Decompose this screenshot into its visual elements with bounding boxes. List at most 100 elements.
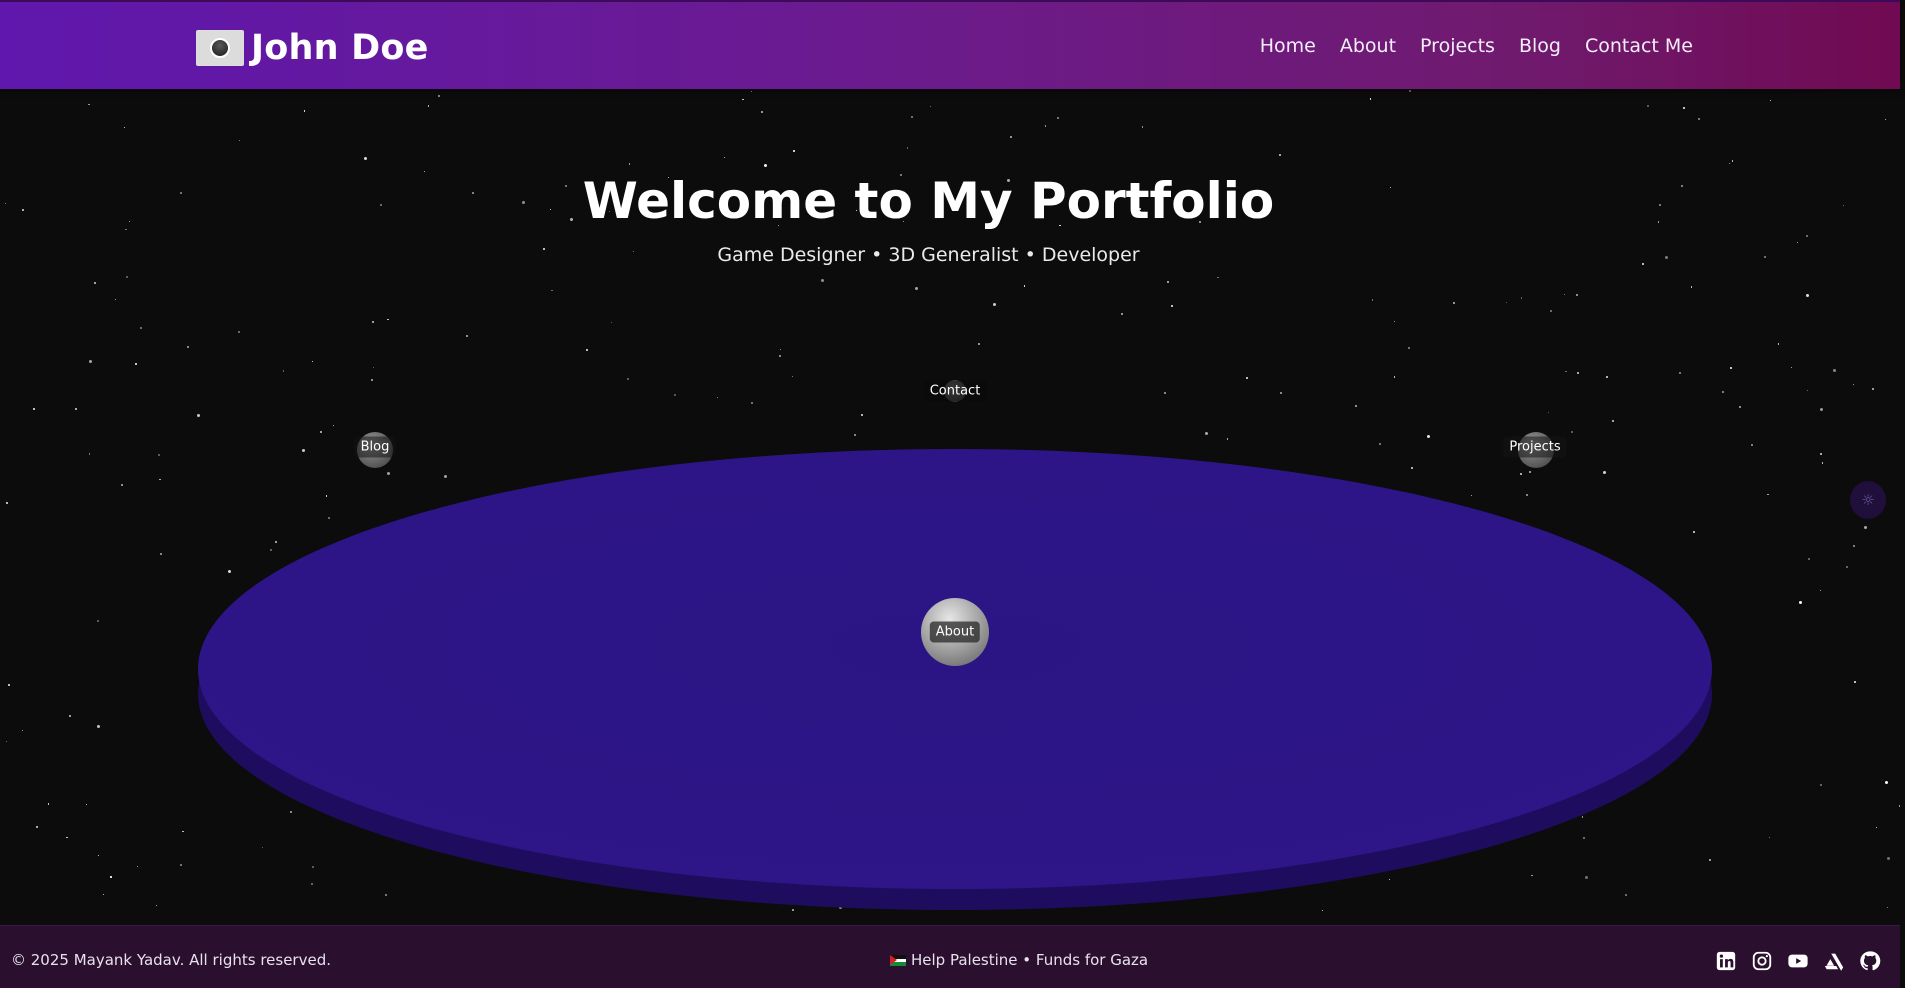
star xyxy=(1453,301,1456,304)
star xyxy=(1120,312,1123,315)
star xyxy=(96,620,99,623)
help-palestine-link[interactable]: Help Palestine • Funds for Gaza xyxy=(890,951,1148,969)
logo-icon xyxy=(196,30,244,66)
star xyxy=(427,105,429,107)
brand-name: John Doe xyxy=(251,28,429,68)
youtube-icon[interactable] xyxy=(1787,950,1809,972)
nav-home[interactable]: Home xyxy=(1260,35,1316,57)
star xyxy=(1884,780,1888,784)
star xyxy=(311,361,313,363)
star xyxy=(1355,405,1358,408)
star xyxy=(1369,98,1371,100)
star xyxy=(1690,286,1693,288)
star xyxy=(1393,376,1396,378)
star xyxy=(1750,444,1753,447)
star xyxy=(115,298,117,301)
help-palestine-text[interactable]: Help Palestine • Funds for Gaza xyxy=(911,951,1148,969)
star xyxy=(1738,406,1741,409)
star xyxy=(1023,285,1026,287)
star xyxy=(136,865,139,868)
star xyxy=(85,803,87,806)
star xyxy=(1547,411,1550,414)
star xyxy=(160,553,163,556)
star xyxy=(32,408,35,411)
star xyxy=(742,99,744,101)
star xyxy=(911,115,914,118)
star xyxy=(586,349,588,351)
theme-toggle-button[interactable]: ☼ xyxy=(1850,481,1886,519)
nav-about[interactable]: About xyxy=(1340,35,1396,57)
linkedin-icon[interactable] xyxy=(1715,950,1737,972)
star xyxy=(1806,235,1809,238)
star xyxy=(180,864,183,867)
star xyxy=(1141,126,1144,128)
star xyxy=(182,830,184,833)
star xyxy=(1845,565,1848,568)
star xyxy=(1427,435,1431,439)
star xyxy=(1898,805,1900,807)
sun-icon: ☼ xyxy=(1861,491,1875,509)
about-planet-label[interactable]: About xyxy=(929,621,981,643)
star xyxy=(35,826,38,829)
site-header: John Doe Home About Projects Blog Contac… xyxy=(0,0,1900,89)
star xyxy=(97,724,101,728)
star xyxy=(7,684,10,687)
star xyxy=(1805,294,1809,298)
star xyxy=(282,370,285,372)
star xyxy=(1886,856,1890,860)
star xyxy=(977,343,980,346)
star xyxy=(1393,321,1396,323)
star xyxy=(125,275,128,278)
star xyxy=(66,837,68,839)
instagram-icon[interactable] xyxy=(1751,950,1773,972)
star xyxy=(22,730,24,732)
star xyxy=(791,375,793,378)
star xyxy=(135,363,137,365)
star xyxy=(1819,453,1822,456)
nav-contact-me[interactable]: Contact Me xyxy=(1585,35,1693,57)
star xyxy=(159,478,161,481)
nav-blog[interactable]: Blog xyxy=(1519,35,1561,57)
star xyxy=(5,740,7,742)
artstation-icon[interactable] xyxy=(1823,950,1845,972)
blog-planet-label[interactable]: Blog xyxy=(354,436,396,458)
star xyxy=(363,157,367,161)
star xyxy=(929,105,931,107)
star xyxy=(1163,391,1166,394)
star xyxy=(1820,589,1822,592)
hero-title: Welcome to My Portfolio xyxy=(582,172,1275,230)
orbit-platform xyxy=(198,449,1712,910)
nav-projects[interactable]: Projects xyxy=(1420,35,1495,57)
star xyxy=(551,289,553,292)
social-links xyxy=(1715,950,1881,972)
star xyxy=(196,414,200,418)
star xyxy=(1790,367,1792,369)
star xyxy=(1821,462,1823,464)
star xyxy=(1864,526,1868,530)
contact-planet-label[interactable]: Contact xyxy=(923,380,987,402)
star xyxy=(1563,293,1566,296)
star xyxy=(1769,99,1772,102)
star xyxy=(48,803,50,805)
star xyxy=(1799,601,1802,605)
star xyxy=(1886,907,1888,909)
star xyxy=(372,367,375,369)
star xyxy=(1576,293,1579,296)
star xyxy=(387,319,389,321)
site-footer: © 2025 Mayank Yadav. All rights reserved… xyxy=(0,925,1900,988)
star xyxy=(1246,377,1249,380)
star xyxy=(723,157,726,159)
star xyxy=(1683,106,1686,109)
star xyxy=(371,378,374,381)
star xyxy=(674,393,677,396)
star xyxy=(93,281,96,284)
brand[interactable]: John Doe xyxy=(196,28,429,68)
github-icon[interactable] xyxy=(1859,950,1881,972)
projects-planet-label[interactable]: Projects xyxy=(1503,436,1567,458)
star xyxy=(1372,299,1374,301)
star xyxy=(1853,544,1856,547)
star xyxy=(1408,347,1411,350)
star xyxy=(303,110,306,112)
star xyxy=(906,147,909,149)
palestine-flag-icon xyxy=(890,954,906,966)
